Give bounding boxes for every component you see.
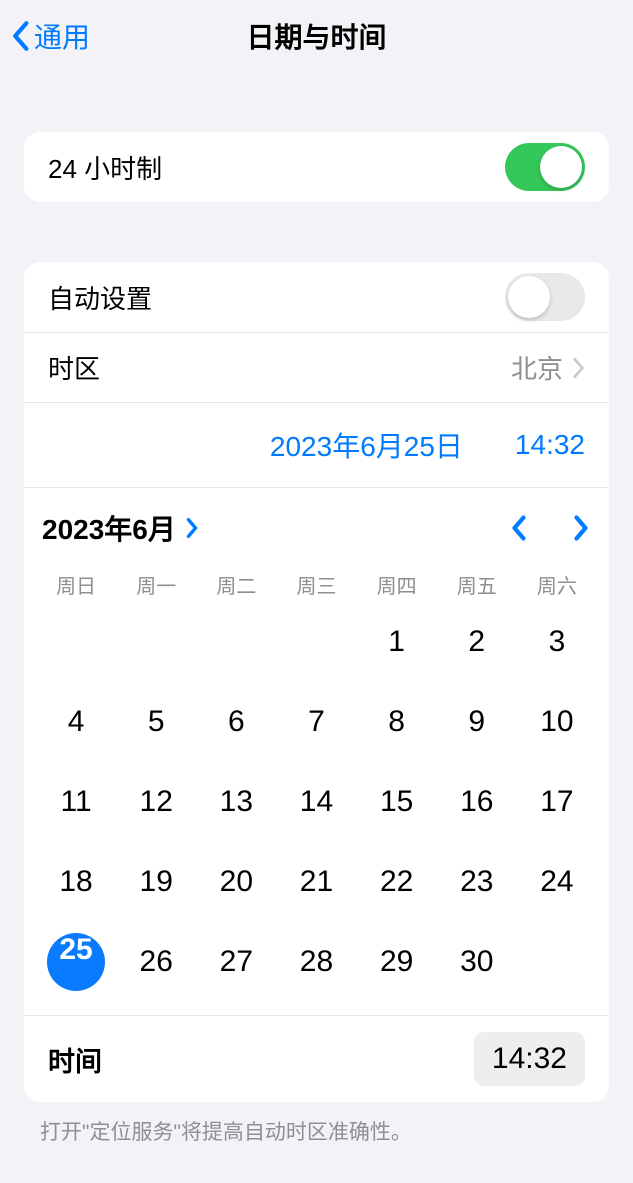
calendar-day-empty	[196, 613, 276, 671]
chevron-left-icon	[10, 20, 30, 52]
calendar-day[interactable]: 16	[437, 773, 517, 831]
calendar-day[interactable]: 3	[517, 613, 597, 671]
calendar-day[interactable]: 22	[357, 853, 437, 911]
time-label: 时间	[48, 1040, 102, 1079]
calendar-day[interactable]: 30	[437, 933, 517, 991]
selected-time-display[interactable]: 14:32	[515, 429, 585, 461]
calendar-day[interactable]: 8	[357, 693, 437, 751]
calendar-day[interactable]: 1	[357, 613, 437, 671]
weekday-label: 周六	[517, 570, 597, 599]
calendar-day[interactable]: 29	[357, 933, 437, 991]
calendar-days: 1234567891011121314151617181920212223242…	[36, 613, 597, 1003]
calendar-day[interactable]: 27	[196, 933, 276, 991]
calendar-day[interactable]: 12	[116, 773, 196, 831]
calendar-day: 25	[36, 933, 116, 991]
navigation-bar: 通用 日期与时间	[0, 0, 633, 72]
calendar-day[interactable]: 4	[36, 693, 116, 751]
timezone-value: 北京	[511, 349, 563, 386]
chevron-right-icon	[571, 357, 585, 379]
back-button[interactable]: 通用	[10, 16, 90, 56]
calendar-day[interactable]: 26	[116, 933, 196, 991]
calendar-day[interactable]: 17	[517, 773, 597, 831]
calendar-day-empty	[36, 613, 116, 671]
time-format-label: 24 小时制	[48, 149, 162, 186]
calendar-day[interactable]: 24	[517, 853, 597, 911]
calendar-day-empty	[276, 613, 356, 671]
calendar-day[interactable]: 11	[36, 773, 116, 831]
timezone-label: 时区	[48, 349, 100, 386]
selected-date-display[interactable]: 2023年6月25日	[270, 425, 463, 465]
calendar-month-label: 2023年6月	[42, 508, 176, 548]
timezone-row[interactable]: 时区 北京	[24, 332, 609, 402]
weekday-label: 周四	[357, 570, 437, 599]
calendar-day[interactable]: 21	[276, 853, 356, 911]
auto-set-row: 自动设置	[24, 262, 609, 332]
weekday-label: 周二	[196, 570, 276, 599]
weekday-label: 周五	[437, 570, 517, 599]
calendar-day[interactable]: 15	[357, 773, 437, 831]
time-row: 时间 14:32	[24, 1015, 609, 1102]
calendar-day[interactable]: 23	[437, 853, 517, 911]
calendar-month-button[interactable]: 2023年6月	[42, 508, 200, 548]
calendar-day[interactable]: 6	[196, 693, 276, 751]
calendar-day[interactable]: 13	[196, 773, 276, 831]
weekday-label: 周三	[276, 570, 356, 599]
calendar-day-selected[interactable]: 25	[47, 933, 105, 991]
calendar-day-empty	[116, 613, 196, 671]
time-value-pill[interactable]: 14:32	[474, 1032, 585, 1086]
calendar-weekdays: 周日周一周二周三周四周五周六	[36, 564, 597, 613]
weekday-label: 周一	[116, 570, 196, 599]
calendar-day[interactable]: 18	[36, 853, 116, 911]
calendar-day[interactable]: 7	[276, 693, 356, 751]
calendar-day[interactable]: 28	[276, 933, 356, 991]
calendar: 2023年6月 周日周一周二周三周四周五周六 12345678910111213…	[24, 487, 609, 1015]
calendar-day[interactable]: 19	[116, 853, 196, 911]
footer-note: 打开"定位服务"将提高自动时区准确性。	[40, 1116, 593, 1146]
calendar-day[interactable]: 14	[276, 773, 356, 831]
calendar-prev-button[interactable]	[509, 513, 529, 543]
calendar-day[interactable]: 9	[437, 693, 517, 751]
selected-date-time-row: 2023年6月25日 14:32	[24, 402, 609, 487]
calendar-next-button[interactable]	[571, 513, 591, 543]
chevron-right-icon	[184, 516, 200, 540]
auto-set-label: 自动设置	[48, 279, 152, 316]
switch-knob	[540, 146, 582, 188]
calendar-header: 2023年6月	[36, 508, 597, 564]
auto-set-switch[interactable]	[505, 273, 585, 321]
calendar-day[interactable]: 2	[437, 613, 517, 671]
back-label: 通用	[34, 16, 90, 56]
time-format-row: 24 小时制	[24, 132, 609, 202]
settings-group-1: 24 小时制	[24, 132, 609, 202]
calendar-day[interactable]: 20	[196, 853, 276, 911]
calendar-day[interactable]: 10	[517, 693, 597, 751]
calendar-nav	[509, 513, 591, 543]
timezone-value-container: 北京	[511, 349, 585, 386]
settings-group-2: 自动设置 时区 北京 2023年6月25日 14:32 2023年6月	[24, 262, 609, 1102]
calendar-day[interactable]: 5	[116, 693, 196, 751]
weekday-label: 周日	[36, 570, 116, 599]
switch-knob	[508, 276, 550, 318]
page-title: 日期与时间	[0, 16, 633, 56]
time-format-switch[interactable]	[505, 143, 585, 191]
